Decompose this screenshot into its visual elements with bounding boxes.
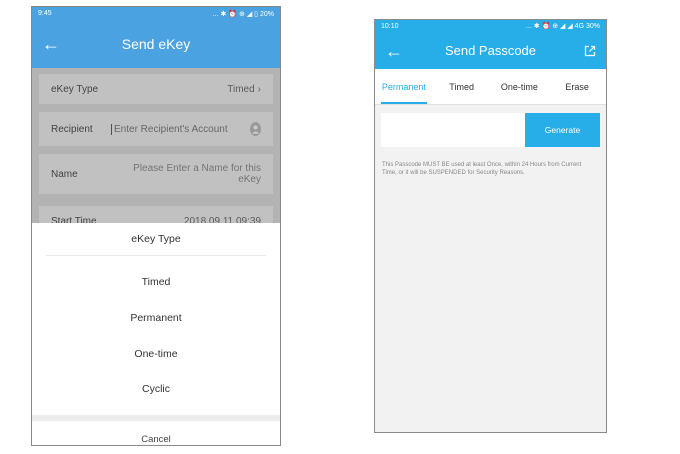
title-bar: ← Send Passcode xyxy=(375,32,606,69)
battery-level: 30% xyxy=(585,23,600,30)
page-title: Send eKey xyxy=(121,36,191,52)
tab-one-time[interactable]: One-time xyxy=(491,69,549,104)
generate-button[interactable]: Generate xyxy=(525,113,600,147)
title-bar: ← Send eKey xyxy=(32,20,280,68)
sheet-title: eKey Type xyxy=(46,223,266,256)
cancel-button[interactable]: Cancel xyxy=(32,425,280,445)
option-cyclic[interactable]: Cyclic xyxy=(32,378,280,400)
status-bar: 9:45 ... ✱ ⏰ ⊕ ◢ ▯ 20% xyxy=(32,7,280,20)
passcode-tabs: Permanent Timed One-time Erase xyxy=(375,69,606,105)
passcode-generator: Generate xyxy=(381,113,600,147)
status-icons: ... ✱ ⏰ ⊕ ◢ ◢ 4G xyxy=(525,23,585,30)
status-bar: 10:10 ... ✱ ⏰ ⊕ ◢ ◢ 4G 30% xyxy=(375,20,606,32)
status-time: 9:45 xyxy=(38,10,52,17)
option-one-time[interactable]: One-time xyxy=(32,343,280,365)
passcode-field[interactable] xyxy=(381,113,525,147)
back-arrow-icon[interactable]: ← xyxy=(42,35,60,53)
back-arrow-icon[interactable]: ← xyxy=(385,42,403,60)
send-ekey-screen: 9:45 ... ✱ ⏰ ⊕ ◢ ▯ 20% ← Send eKey eKey … xyxy=(31,6,281,446)
status-icons: ... ✱ ⏰ ⊕ ◢ ▯ xyxy=(212,10,259,18)
status-time: 10:10 xyxy=(381,22,399,30)
option-permanent[interactable]: Permanent xyxy=(32,307,280,329)
sheet-divider xyxy=(32,415,280,421)
tab-permanent[interactable]: Permanent xyxy=(375,69,433,104)
option-timed[interactable]: Timed xyxy=(32,271,280,293)
page-title: Send Passcode xyxy=(444,43,537,58)
battery-level: 20% xyxy=(259,10,274,18)
tab-erase[interactable]: Erase xyxy=(548,69,606,104)
send-passcode-screen: 10:10 ... ✱ ⏰ ⊕ ◢ ◢ 4G 30% ← Send Passco… xyxy=(374,19,607,433)
tab-timed[interactable]: Timed xyxy=(433,69,491,104)
ekey-type-sheet: eKey Type Timed Permanent One-time Cycli… xyxy=(32,223,280,445)
share-icon[interactable] xyxy=(584,45,596,57)
passcode-note: This Passcode MUST BE used at least Once… xyxy=(382,162,582,176)
